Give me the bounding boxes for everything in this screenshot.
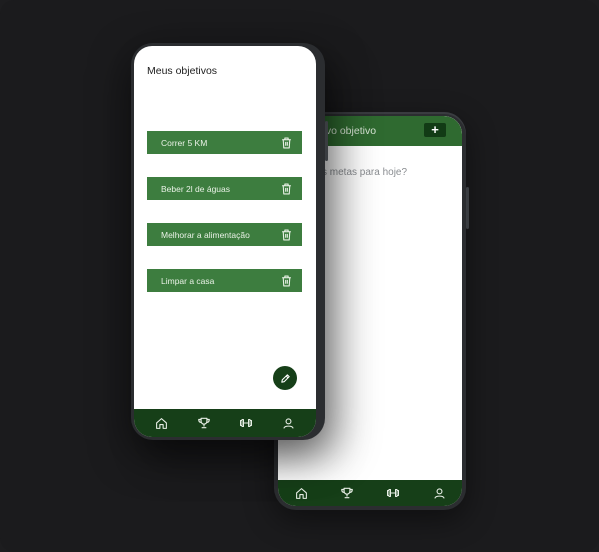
- trash-icon[interactable]: [280, 137, 292, 149]
- user-icon[interactable]: [432, 486, 446, 500]
- goal-label: Melhorar a alimentação: [161, 229, 250, 240]
- new-goal-title: ovo objetivo: [320, 125, 377, 137]
- trash-icon[interactable]: [280, 183, 292, 195]
- goal-label: Limpar a casa: [161, 275, 215, 286]
- trash-icon[interactable]: [280, 275, 292, 287]
- home-icon[interactable]: [294, 486, 308, 500]
- goal-item[interactable]: Limpar a casa: [147, 269, 302, 292]
- trophy-icon[interactable]: [197, 416, 211, 430]
- edit-goals-button[interactable]: [273, 366, 297, 390]
- bottom-nav-front: [134, 409, 316, 437]
- dumbbell-icon[interactable]: [386, 486, 400, 500]
- goal-label: Beber 2l de águas: [161, 183, 230, 194]
- trophy-icon[interactable]: [340, 486, 354, 500]
- goal-item[interactable]: Correr 5 KM: [147, 131, 302, 154]
- dumbbell-icon[interactable]: [239, 416, 253, 430]
- my-goals-screen: Meus objetivos Correr 5 KM Beber 2l de á…: [134, 46, 316, 437]
- page-title: Meus objetivos: [147, 65, 218, 77]
- goal-label: Correr 5 KM: [161, 137, 208, 148]
- bottom-nav-back: [278, 480, 462, 506]
- add-goal-button[interactable]: +: [424, 123, 446, 137]
- goal-item[interactable]: Beber 2l de águas: [147, 177, 302, 200]
- phone-side-button: [325, 121, 328, 161]
- phone-side-button: [466, 187, 469, 229]
- home-icon[interactable]: [154, 416, 168, 430]
- trash-icon[interactable]: [280, 229, 292, 241]
- goal-item[interactable]: Melhorar a alimentação: [147, 223, 302, 246]
- goals-question-input[interactable]: s metas para hoje?: [322, 167, 407, 178]
- user-icon[interactable]: [282, 416, 296, 430]
- pencil-icon: [280, 373, 291, 384]
- phone-front: Meus objetivos Correr 5 KM Beber 2l de á…: [131, 43, 328, 440]
- canvas: ovo objetivo + s metas para hoje? Meus o…: [0, 0, 599, 552]
